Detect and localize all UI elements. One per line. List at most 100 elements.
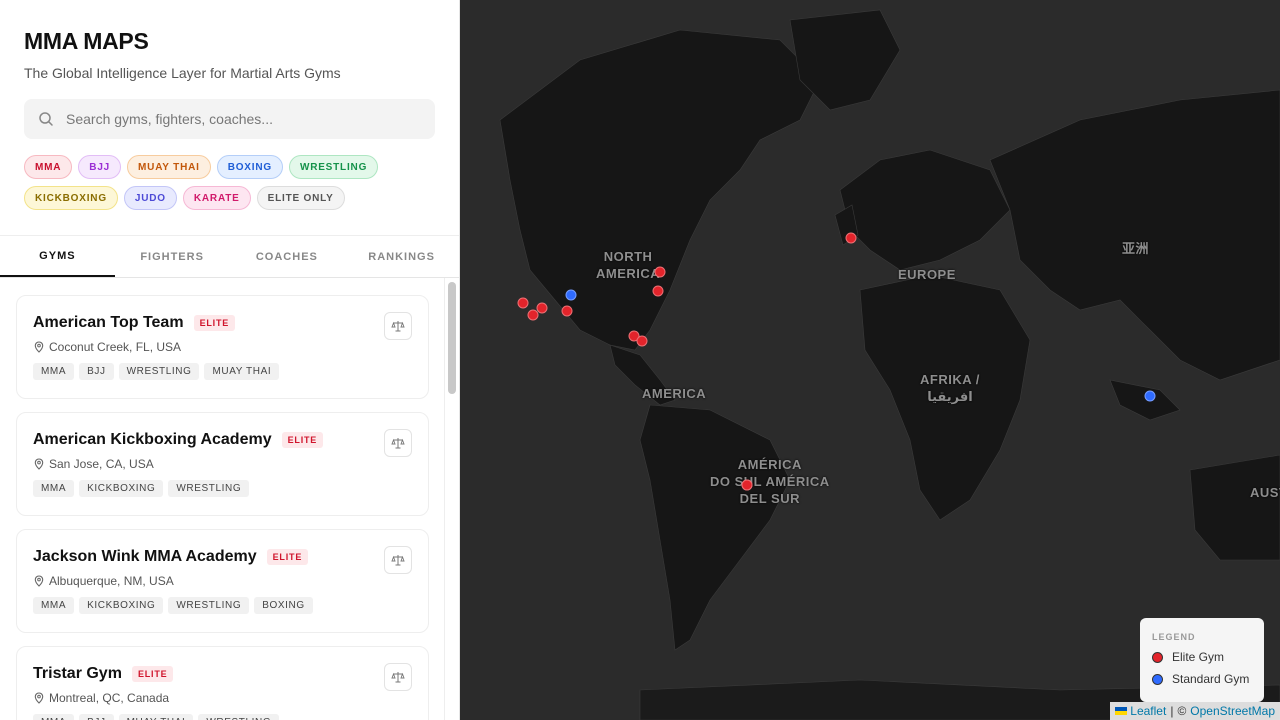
- legend-elite: Elite Gym: [1152, 650, 1252, 664]
- app-subtitle: The Global Intelligence Layer for Martia…: [24, 65, 341, 81]
- gym-location-text: San Jose, CA, USA: [49, 457, 154, 471]
- gym-card[interactable]: Tristar Gym ELITE Montreal, QC, Canada M…: [16, 646, 429, 720]
- tab-gyms[interactable]: GYMS: [0, 236, 115, 277]
- compare-button[interactable]: [384, 312, 412, 340]
- map-region-label: AMÉRICA DO SUL AMÉRICA DEL SUR: [710, 457, 830, 506]
- gym-card[interactable]: Jackson Wink MMA Academy ELITE Albuquerq…: [16, 529, 429, 633]
- search-input[interactable]: [66, 111, 421, 127]
- gym-card[interactable]: American Kickboxing Academy ELITE San Jo…: [16, 412, 429, 516]
- gym-card-header: American Kickboxing Academy ELITE: [33, 431, 412, 449]
- gym-tags: MMA BJJ MUAY THAI WRESTLING: [33, 714, 412, 720]
- gym-tag: MMA: [33, 363, 75, 380]
- filter-chip-elite-only[interactable]: ELITE ONLY: [256, 186, 345, 210]
- attribution-separator: |: [1170, 704, 1174, 718]
- compare-button[interactable]: [384, 546, 412, 574]
- map-attribution: Leaflet | © OpenStreetMap: [1110, 702, 1280, 720]
- filter-chip-kickboxing[interactable]: KICKBOXING: [24, 186, 118, 210]
- location-pin-icon: [34, 458, 44, 470]
- filter-chip-wrestling[interactable]: WRESTLING: [288, 155, 379, 179]
- gym-location: Montreal, QC, Canada: [33, 691, 412, 705]
- compare-scale-icon: [391, 438, 405, 449]
- gym-tag: MMA: [33, 480, 75, 497]
- compare-scale-icon: [391, 555, 405, 566]
- tab-fighters[interactable]: FIGHTERS: [115, 236, 230, 277]
- elite-gym-marker[interactable]: [636, 335, 648, 347]
- sidebar: MMA MAPS The Global Intelligence Layer f…: [0, 0, 460, 720]
- elite-gym-marker[interactable]: [536, 302, 548, 314]
- elite-badge: ELITE: [193, 315, 236, 331]
- elite-gym-marker[interactable]: [654, 266, 666, 278]
- gym-tag: KICKBOXING: [79, 480, 164, 497]
- map-region-label: 亚洲: [1122, 241, 1150, 256]
- filter-chip-judo[interactable]: JUDO: [123, 186, 177, 210]
- tab-bar: GYMS FIGHTERS COACHES RANKINGS: [0, 235, 459, 278]
- gym-tag: MMA: [33, 597, 75, 614]
- gym-location-text: Coconut Creek, FL, USA: [49, 340, 182, 354]
- gym-card[interactable]: American Top Team ELITE Coconut Creek, F…: [16, 295, 429, 399]
- gym-tag: KICKBOXING: [79, 597, 164, 614]
- elite-gym-marker[interactable]: [652, 285, 664, 297]
- brand-header: MMA MAPS The Global Intelligence Layer f…: [0, 0, 459, 81]
- compare-scale-icon: [391, 672, 405, 683]
- location-pin-icon: [34, 341, 44, 353]
- elite-gym-marker[interactable]: [517, 297, 529, 309]
- tab-coaches[interactable]: COACHES: [230, 236, 345, 277]
- standard-gym-marker[interactable]: [565, 289, 577, 301]
- map-region-label: NORTH AMERICA: [596, 249, 661, 281]
- compare-scale-icon: [391, 321, 405, 332]
- gym-tags: MMA KICKBOXING WRESTLING BOXING: [33, 597, 412, 614]
- gym-name: Tristar Gym: [33, 665, 122, 682]
- gym-name: American Kickboxing Academy: [33, 431, 272, 448]
- gym-tag: BJJ: [79, 363, 114, 380]
- map-region-label: AUSTRAL: [1250, 485, 1280, 500]
- gym-tags: MMA BJJ WRESTLING MUAY THAI: [33, 363, 412, 380]
- compare-button[interactable]: [384, 663, 412, 691]
- gym-location-text: Montreal, QC, Canada: [49, 691, 170, 705]
- gym-tags: MMA KICKBOXING WRESTLING: [33, 480, 412, 497]
- standard-gym-marker[interactable]: [1144, 390, 1156, 402]
- filter-chip-bjj[interactable]: BJJ: [78, 155, 122, 179]
- gym-tag: WRESTLING: [198, 714, 280, 720]
- world-map[interactable]: NORTH AMERICA EUROPE AMERICA AFRIKA / افريق…: [460, 0, 1280, 720]
- filter-chip-mma[interactable]: MMA: [24, 155, 73, 179]
- gym-name: Jackson Wink MMA Academy: [33, 548, 257, 565]
- location-pin-icon: [34, 575, 44, 587]
- gym-card-header: Jackson Wink MMA Academy ELITE: [33, 548, 412, 566]
- elite-dot-icon: [1152, 651, 1163, 663]
- elite-gym-marker[interactable]: [561, 305, 573, 317]
- leaflet-link[interactable]: Leaflet: [1130, 704, 1166, 718]
- ukraine-flag-icon: [1115, 707, 1128, 715]
- standard-dot-icon: [1152, 673, 1163, 685]
- elite-badge: ELITE: [281, 432, 324, 448]
- elite-badge: ELITE: [131, 666, 174, 682]
- search-bar[interactable]: [24, 99, 435, 139]
- legend-title: LEGEND: [1152, 632, 1196, 642]
- filter-chip-muay-thai[interactable]: MUAY THAI: [127, 155, 211, 179]
- scrollbar[interactable]: [448, 282, 456, 394]
- elite-gym-marker[interactable]: [845, 232, 857, 244]
- tab-rankings[interactable]: RANKINGS: [344, 236, 459, 277]
- app-title: MMA MAPS: [24, 28, 149, 54]
- gym-list: American Top Team ELITE Coconut Creek, F…: [0, 278, 459, 720]
- attribution-copyright: ©: [1177, 704, 1187, 718]
- osm-link[interactable]: OpenStreetMap: [1190, 704, 1275, 718]
- filter-chip-boxing[interactable]: BOXING: [216, 155, 283, 179]
- filter-chips: MMA BJJ MUAY THAI BOXING WRESTLING KICKBOXING…: [0, 139, 412, 210]
- location-pin-icon: [34, 692, 44, 704]
- gym-location: San Jose, CA, USA: [33, 457, 412, 471]
- gym-location: Albuquerque, NM, USA: [33, 574, 412, 588]
- map-region-label: AMERICA: [642, 386, 707, 401]
- app: MMA MAPS The Global Intelligence Layer f…: [0, 0, 1280, 720]
- map-region-label: AFRIKA / افريقيا: [920, 372, 980, 404]
- gym-location: Coconut Creek, FL, USA: [33, 340, 412, 354]
- legend-elite-label: Elite Gym: [1172, 650, 1225, 664]
- elite-gym-marker[interactable]: [741, 479, 753, 491]
- gym-tag: BJJ: [79, 714, 114, 720]
- compare-button[interactable]: [384, 429, 412, 457]
- filter-chip-karate[interactable]: KARATE: [182, 186, 251, 210]
- gym-location-text: Albuquerque, NM, USA: [49, 574, 174, 588]
- gym-tag: BOXING: [254, 597, 313, 614]
- gym-tag: MUAY THAI: [118, 714, 194, 720]
- scroll-track: [444, 278, 445, 720]
- gym-tag: WRESTLING: [118, 363, 200, 380]
